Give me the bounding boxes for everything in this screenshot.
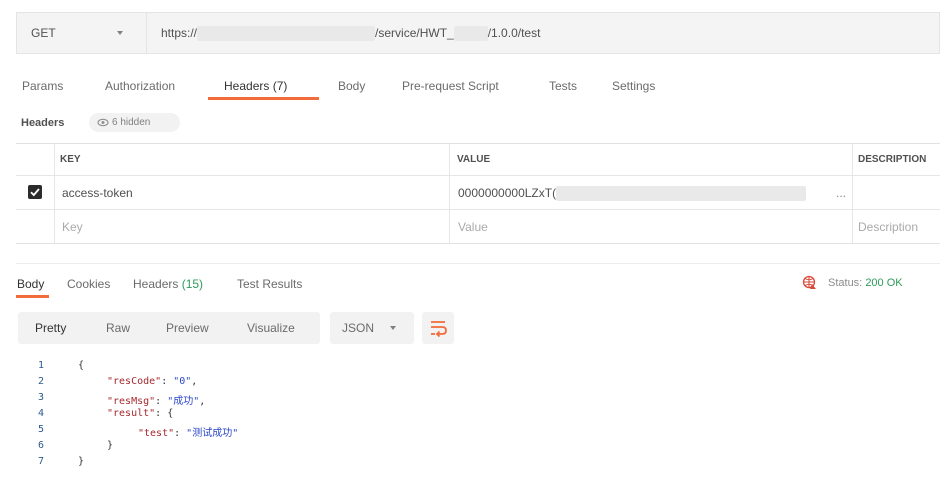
json-key: "test" bbox=[138, 428, 175, 439]
tab-tests[interactable]: Tests bbox=[549, 79, 577, 93]
active-tab-indicator bbox=[16, 295, 49, 298]
code-text: "resMsg": "成功", bbox=[107, 396, 206, 407]
url-bar: GET https:// /service/HWT_ /1.0.0/test bbox=[16, 12, 940, 54]
headers-table: KEY VALUE DESCRIPTION access-token 00000… bbox=[16, 143, 940, 244]
code-line: 6 } bbox=[16, 440, 616, 455]
line-number: 4 bbox=[37, 408, 44, 419]
new-description-input[interactable]: Description bbox=[858, 220, 918, 234]
response-tab-headers[interactable]: Headers (15) bbox=[133, 277, 203, 291]
column-header-key: KEY bbox=[60, 154, 81, 165]
active-tab-indicator bbox=[208, 97, 319, 100]
view-mode-toolbar: Pretty Raw Preview Visualize bbox=[18, 312, 320, 344]
json-punct: : { bbox=[155, 408, 174, 419]
code-line: 1 { bbox=[16, 360, 616, 375]
new-value-input[interactable]: Value bbox=[458, 220, 488, 234]
url-path: /service/HWT_ bbox=[375, 26, 454, 40]
format-label: JSON bbox=[342, 321, 375, 335]
code-text: "test": "测试成功" bbox=[138, 428, 239, 439]
table-row-placeholder: Key Value Description bbox=[16, 210, 940, 243]
redacted-host bbox=[197, 26, 376, 42]
response-tab-cookies[interactable]: Cookies bbox=[67, 277, 110, 291]
status-value: 200 OK bbox=[865, 277, 903, 289]
response-divider bbox=[16, 263, 940, 264]
json-key: "resMsg" bbox=[107, 396, 156, 407]
headers-section-title: Headers bbox=[21, 117, 65, 129]
code-line: 3 "resMsg": "成功", bbox=[16, 392, 616, 407]
code-line: 4 "result": { bbox=[16, 408, 616, 423]
code-text: "result": { bbox=[107, 408, 173, 419]
tab-params[interactable]: Params bbox=[22, 79, 63, 93]
format-select[interactable]: JSON bbox=[330, 312, 414, 344]
hidden-count-label: 6 hidden bbox=[112, 117, 151, 128]
value-ellipsis: ... bbox=[836, 186, 847, 200]
wrap-lines-icon bbox=[431, 321, 447, 338]
code-text: } bbox=[107, 440, 114, 451]
tab-headers[interactable]: Headers (7) bbox=[224, 79, 287, 93]
code-line: 5 "test": "测试成功" bbox=[16, 424, 616, 439]
tab-body[interactable]: Body bbox=[338, 79, 365, 93]
hidden-headers-toggle[interactable]: 6 hidden bbox=[89, 113, 180, 132]
globe-error-icon[interactable] bbox=[802, 275, 817, 290]
view-pretty-button[interactable]: Pretty bbox=[35, 321, 66, 335]
code-text: { bbox=[78, 360, 85, 371]
view-preview-button[interactable]: Preview bbox=[166, 321, 209, 335]
status-label: Status: bbox=[828, 277, 863, 289]
line-number: 7 bbox=[37, 456, 44, 467]
line-number: 6 bbox=[37, 440, 44, 451]
new-key-input[interactable]: Key bbox=[62, 220, 83, 234]
redacted-token bbox=[556, 186, 807, 202]
url-prefix: https:// bbox=[161, 26, 198, 40]
line-number: 2 bbox=[37, 376, 44, 387]
header-key-cell[interactable]: access-token bbox=[62, 186, 133, 200]
code-text: "resCode": "0", bbox=[107, 376, 198, 387]
response-headers-count: (15) bbox=[181, 277, 204, 291]
code-line: 7 } bbox=[16, 456, 616, 471]
tab-prerequest-script[interactable]: Pre-request Script bbox=[402, 79, 499, 93]
wrap-lines-button[interactable] bbox=[422, 312, 454, 344]
json-string: "测试成功" bbox=[186, 428, 239, 439]
response-body-code[interactable]: 1 { 2 "resCode": "0", 3 "resMsg": "成功", … bbox=[16, 356, 616, 492]
method-select[interactable]: GET bbox=[17, 13, 147, 53]
view-visualize-button[interactable]: Visualize bbox=[247, 321, 295, 335]
method-label: GET bbox=[31, 26, 56, 40]
code-line: 2 "resCode": "0", bbox=[16, 376, 616, 391]
response-tab-body[interactable]: Body bbox=[17, 277, 44, 291]
url-input[interactable]: https:// /service/HWT_ /1.0.0/test bbox=[161, 26, 541, 42]
checkmark-icon bbox=[30, 188, 40, 197]
json-key: "resCode" bbox=[107, 376, 162, 387]
header-value-text: 0000000000LZxT( bbox=[458, 186, 557, 200]
chevron-down-icon bbox=[117, 31, 123, 35]
redacted-path bbox=[453, 26, 488, 42]
response-headers-label: Headers bbox=[133, 277, 179, 291]
header-enabled-checkbox[interactable] bbox=[28, 185, 42, 199]
tab-authorization[interactable]: Authorization bbox=[105, 79, 175, 93]
response-tab-test-results[interactable]: Test Results bbox=[237, 277, 302, 291]
table-header-row: KEY VALUE DESCRIPTION bbox=[16, 144, 940, 176]
tab-settings[interactable]: Settings bbox=[612, 79, 655, 93]
chevron-down-icon bbox=[390, 326, 396, 330]
url-tail: /1.0.0/test bbox=[487, 26, 541, 40]
view-raw-button[interactable]: Raw bbox=[106, 321, 130, 335]
line-number: 5 bbox=[37, 424, 44, 435]
json-string: "成功" bbox=[167, 396, 200, 407]
code-text: } bbox=[78, 456, 85, 467]
json-string: "0" bbox=[173, 376, 192, 387]
column-header-value: VALUE bbox=[457, 154, 491, 165]
header-value-cell[interactable]: 0000000000LZxT( bbox=[458, 186, 807, 202]
table-row: access-token 0000000000LZxT( ... bbox=[16, 176, 940, 210]
line-number: 3 bbox=[37, 392, 44, 403]
column-header-description: DESCRIPTION bbox=[858, 154, 927, 165]
status-indicator[interactable]: Status: 200 OK bbox=[828, 277, 903, 289]
line-number: 1 bbox=[37, 360, 44, 371]
json-key: "result" bbox=[107, 408, 156, 419]
eye-icon bbox=[97, 118, 109, 127]
